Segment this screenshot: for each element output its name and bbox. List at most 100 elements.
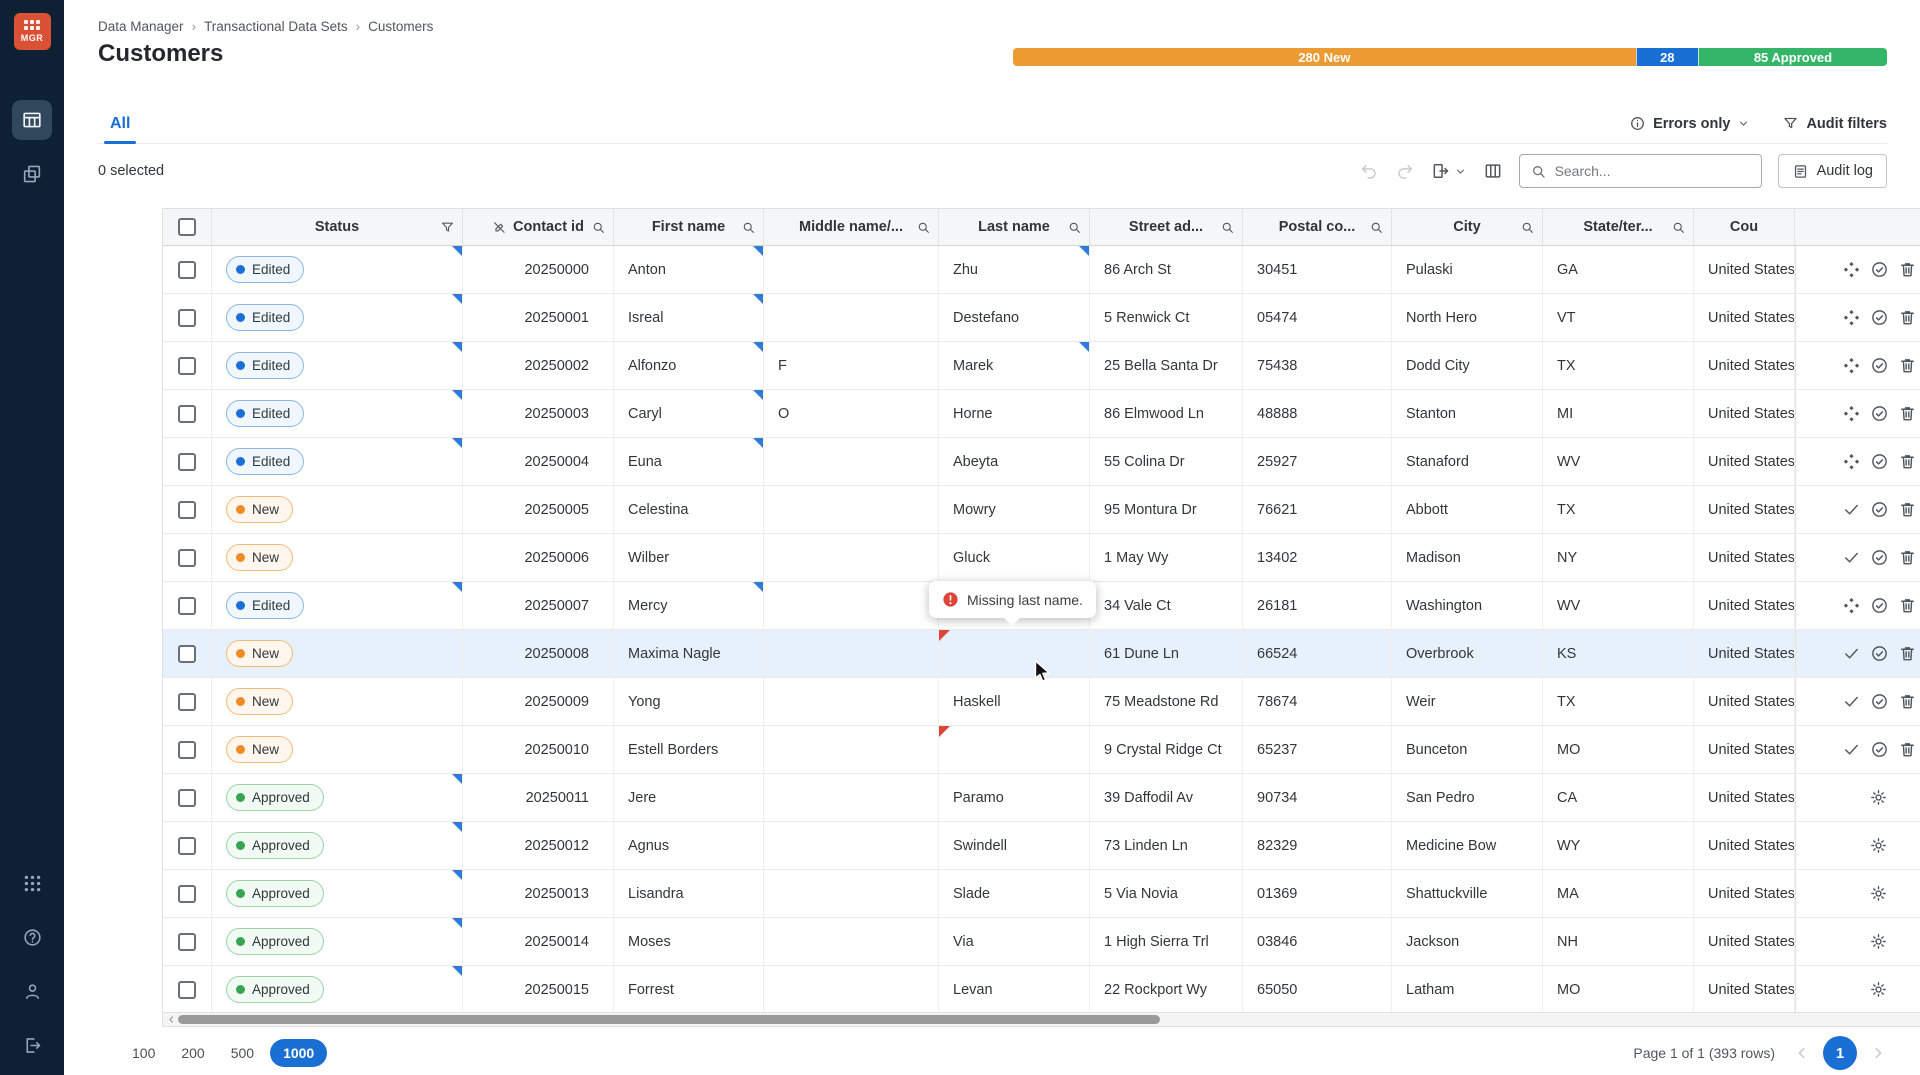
cell-country[interactable]: United States (1694, 918, 1795, 965)
cell-state[interactable]: VT (1543, 294, 1694, 341)
cell-street_address[interactable]: 39 Daffodil Av (1090, 774, 1243, 821)
cell-last_name[interactable]: Paramo (939, 774, 1090, 821)
search-icon[interactable] (1671, 220, 1686, 235)
cell-city[interactable]: Shattuckville (1392, 870, 1543, 917)
current-page-button[interactable]: 1 (1823, 1036, 1857, 1070)
review-icon[interactable] (1842, 452, 1861, 471)
cell-contact_id[interactable]: 20250010 (463, 726, 614, 773)
cell-country[interactable]: United States (1694, 630, 1795, 677)
cell-street_address[interactable]: 73 Linden Ln (1090, 822, 1243, 869)
cell-status[interactable]: Edited (212, 582, 463, 629)
cell-middle_name[interactable] (764, 294, 939, 341)
cell-postal_code[interactable]: 82329 (1243, 822, 1392, 869)
cell-postal_code[interactable]: 26181 (1243, 582, 1392, 629)
cell-state[interactable]: MO (1543, 966, 1694, 1013)
delete-icon[interactable] (1898, 596, 1917, 615)
cell-first_name[interactable]: Anton (614, 246, 764, 293)
approve-icon[interactable] (1842, 692, 1861, 711)
cell-state[interactable]: WV (1543, 438, 1694, 485)
cell-first_name[interactable]: Forrest (614, 966, 764, 1013)
cell-state[interactable]: NY (1543, 534, 1694, 581)
cell-postal_code[interactable]: 05474 (1243, 294, 1392, 341)
cell-status[interactable]: New (212, 630, 463, 677)
cell-contact_id[interactable]: 20250000 (463, 246, 614, 293)
delete-icon[interactable] (1898, 740, 1917, 759)
redo-icon[interactable] (1395, 161, 1415, 181)
cell-status[interactable]: Approved (212, 822, 463, 869)
cell-city[interactable]: Overbrook (1392, 630, 1543, 677)
cell-status[interactable]: Edited (212, 246, 463, 293)
cell-first_name[interactable]: Alfonzo (614, 342, 764, 389)
help-icon[interactable] (18, 923, 46, 951)
cell-first_name[interactable]: Wilber (614, 534, 764, 581)
row-checkbox[interactable] (178, 885, 196, 903)
cell-status[interactable]: Edited (212, 390, 463, 437)
column-header-street_address[interactable]: Street ad... (1090, 209, 1243, 245)
check-circle-icon[interactable] (1870, 308, 1889, 327)
cell-state[interactable]: WY (1543, 822, 1694, 869)
cell-state[interactable]: MO (1543, 726, 1694, 773)
cell-country[interactable]: United States (1694, 438, 1795, 485)
undo-icon[interactable] (1359, 161, 1379, 181)
row-checkbox[interactable] (178, 597, 196, 615)
cell-first_name[interactable]: Isreal (614, 294, 764, 341)
review-icon[interactable] (1842, 356, 1861, 375)
cell-status[interactable]: Approved (212, 918, 463, 965)
cell-country[interactable]: United States (1694, 870, 1795, 917)
search-icon[interactable] (916, 220, 931, 235)
cell-street_address[interactable]: 1 High Sierra Trl (1090, 918, 1243, 965)
delete-icon[interactable] (1898, 644, 1917, 663)
cell-status[interactable]: New (212, 726, 463, 773)
check-circle-icon[interactable] (1870, 740, 1889, 759)
page-size-500[interactable]: 500 (221, 1039, 264, 1067)
cell-middle_name[interactable] (764, 246, 939, 293)
audit-filters-button[interactable]: Audit filters (1782, 115, 1887, 132)
cell-street_address[interactable]: 5 Via Novia (1090, 870, 1243, 917)
check-circle-icon[interactable] (1870, 404, 1889, 423)
cell-country[interactable]: United States (1694, 486, 1795, 533)
cell-country[interactable]: United States (1694, 678, 1795, 725)
check-circle-icon[interactable] (1870, 692, 1889, 711)
settings-icon[interactable] (1869, 836, 1888, 855)
scroll-left-icon[interactable] (166, 1014, 177, 1025)
cell-first_name[interactable]: Yong (614, 678, 764, 725)
row-checkbox[interactable] (178, 789, 196, 807)
cell-last_name[interactable]: Zhu (939, 246, 1090, 293)
cell-street_address[interactable]: 86 Arch St (1090, 246, 1243, 293)
cell-street_address[interactable]: 55 Colina Dr (1090, 438, 1243, 485)
select-all-checkbox[interactable] (178, 218, 196, 236)
page-size-100[interactable]: 100 (122, 1039, 165, 1067)
cell-first_name[interactable]: Lisandra (614, 870, 764, 917)
cell-first_name[interactable]: Moses (614, 918, 764, 965)
cell-postal_code[interactable]: 25927 (1243, 438, 1392, 485)
cell-status[interactable]: New (212, 678, 463, 725)
cell-street_address[interactable]: 86 Elmwood Ln (1090, 390, 1243, 437)
cell-first_name[interactable]: Maxima Nagle (614, 630, 764, 677)
check-circle-icon[interactable] (1870, 548, 1889, 567)
cell-middle_name[interactable]: F (764, 342, 939, 389)
breadcrumb-item[interactable]: Data Manager (98, 19, 184, 34)
horizontal-scroll-thumb[interactable] (178, 1015, 1160, 1024)
cell-state[interactable]: TX (1543, 486, 1694, 533)
data-grid-icon[interactable] (12, 100, 52, 140)
cell-contact_id[interactable]: 20250009 (463, 678, 614, 725)
cell-last_name[interactable]: Mowry (939, 486, 1090, 533)
cell-last_name[interactable] (939, 726, 1090, 773)
delete-icon[interactable] (1898, 404, 1917, 423)
cell-city[interactable]: Jackson (1392, 918, 1543, 965)
review-icon[interactable] (1842, 596, 1861, 615)
cell-first_name[interactable]: Agnus (614, 822, 764, 869)
cell-postal_code[interactable]: 78674 (1243, 678, 1392, 725)
cell-postal_code[interactable]: 90734 (1243, 774, 1392, 821)
cell-country[interactable]: United States (1694, 246, 1795, 293)
cell-city[interactable]: Bunceton (1392, 726, 1543, 773)
delete-icon[interactable] (1898, 548, 1917, 567)
cell-contact_id[interactable]: 20250005 (463, 486, 614, 533)
page-size-1000[interactable]: 1000 (270, 1039, 327, 1067)
check-circle-icon[interactable] (1870, 356, 1889, 375)
cell-state[interactable]: NH (1543, 918, 1694, 965)
column-header-postal_code[interactable]: Postal co... (1243, 209, 1392, 245)
check-circle-icon[interactable] (1870, 644, 1889, 663)
search-icon[interactable] (1369, 220, 1384, 235)
row-checkbox[interactable] (178, 309, 196, 327)
